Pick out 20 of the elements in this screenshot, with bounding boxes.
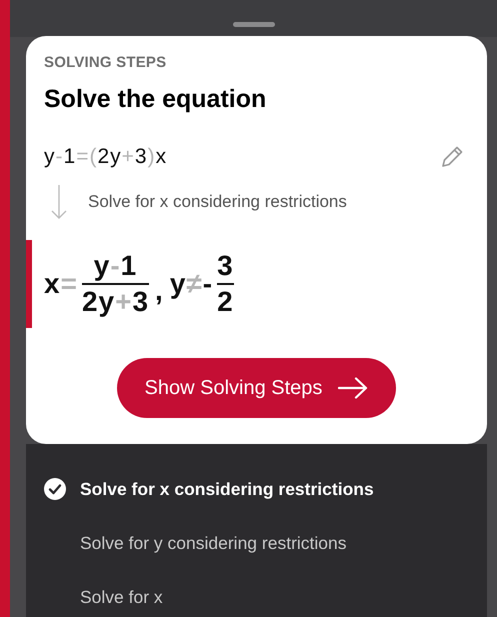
fraction-denominator: 2y+3 (82, 286, 150, 318)
right-arrow-icon (338, 377, 368, 399)
method-item[interactable]: Solve for y considering restrictions (44, 533, 487, 554)
down-arrow-icon (50, 184, 68, 220)
step-description: Solve for x considering restrictions (88, 192, 347, 212)
comma: , (155, 275, 164, 307)
section-label: SOLVING STEPS (44, 54, 168, 71)
fraction-numerator: y-1 (94, 250, 138, 282)
equation-text: y-1=(2y+3)x (44, 145, 168, 169)
math-text: y≠- (170, 268, 214, 300)
fraction-denominator: 2 (217, 286, 234, 318)
method-item[interactable]: Solve for x considering restrictions (44, 478, 487, 500)
edit-icon[interactable] (439, 144, 465, 170)
card-title: Solve the equation (44, 85, 268, 114)
fraction-numerator: 3 (217, 250, 234, 282)
check-icon (44, 478, 66, 500)
show-steps-button[interactable]: Show Solving Steps (116, 358, 396, 418)
drag-handle[interactable] (232, 22, 274, 27)
method-item[interactable]: Solve for x (44, 587, 487, 608)
math-text: x= (44, 268, 78, 300)
